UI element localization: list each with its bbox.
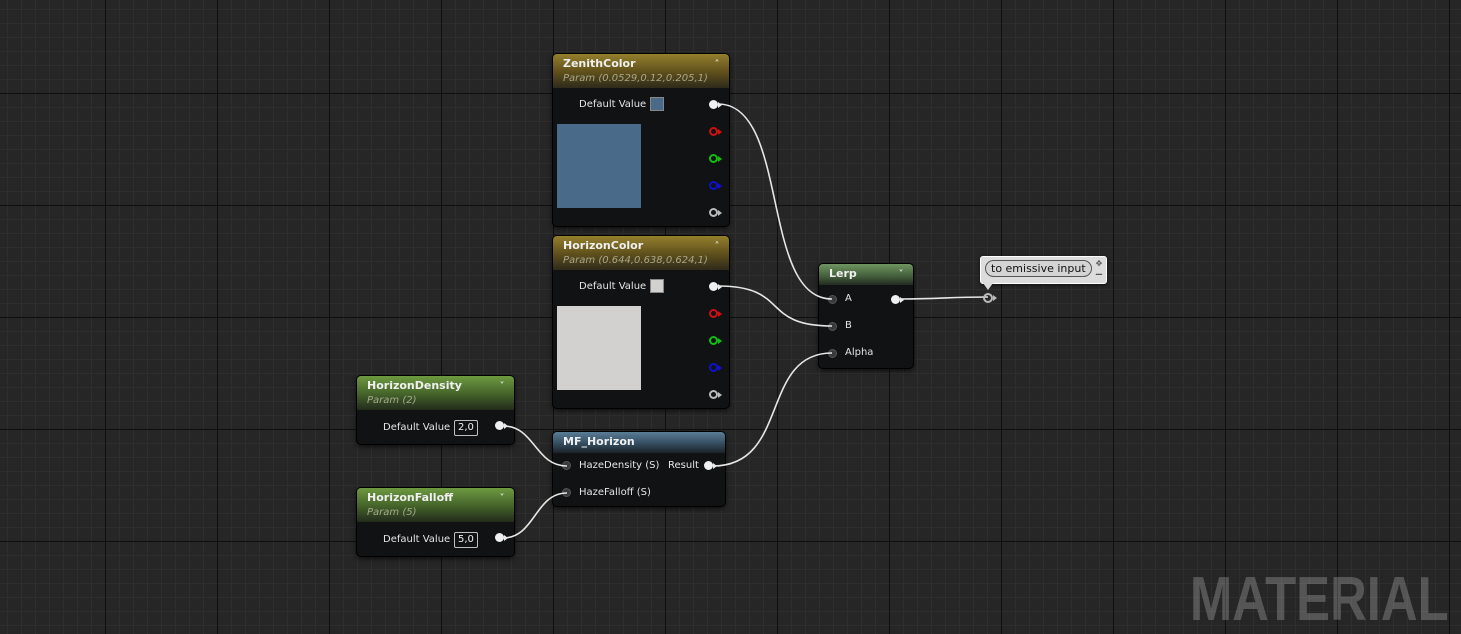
horizon-color-preview (557, 306, 641, 390)
pin-arrow-icon (504, 423, 508, 429)
result-output-pin[interactable] (704, 461, 713, 470)
default-value-input[interactable]: 2,0 (454, 420, 478, 436)
zenith-color-node[interactable]: ZenithColor Param (0.0529,0.12,0.205,1) … (553, 54, 729, 226)
pin-arrow-icon (718, 210, 722, 216)
a-output-pin[interactable] (709, 390, 718, 399)
connection-wires (502, 103, 989, 539)
horizon-color-header[interactable]: HorizonColor Param (0.644,0.638,0.624,1)… (553, 236, 729, 270)
mf-horizon-node[interactable]: MF_Horizon HazeDensity (S) Result HazeFa… (553, 432, 725, 506)
node-subtitle: Param (0.0529,0.12,0.205,1) (563, 73, 708, 84)
zenith-default-swatch[interactable] (650, 97, 664, 111)
rgb-output-pin[interactable] (709, 100, 718, 109)
chevron-down-icon[interactable]: ˅ (496, 381, 508, 393)
lerp-output-pin[interactable] (891, 295, 900, 304)
pin-arrow-icon (504, 535, 508, 541)
result-label: Result (668, 460, 699, 471)
wire-lerp-to-emissive (899, 296, 989, 300)
node-title: MF_Horizon (563, 435, 635, 448)
b-output-pin[interactable] (709, 363, 718, 372)
chevron-up-icon[interactable]: ˄ (711, 241, 723, 253)
pin-arrow-icon (718, 102, 722, 108)
pin-arrow-icon (718, 392, 722, 398)
default-value-label: Default Value (579, 99, 647, 110)
mf-horizon-header[interactable]: MF_Horizon (553, 432, 725, 453)
a-output-pin[interactable] (709, 208, 718, 217)
lerp-alpha-label: Alpha (845, 347, 874, 358)
pin-arrow-icon (993, 295, 997, 301)
node-title: ZenithColor (563, 57, 636, 70)
horizon-density-node[interactable]: HorizonDensity Param (2) ˅ Default Value… (357, 376, 514, 444)
horizon-density-header[interactable]: HorizonDensity Param (2) ˅ (357, 376, 514, 410)
default-value-label: Default Value (579, 281, 647, 292)
lerp-a-label: A (845, 293, 852, 304)
comment-text[interactable]: to emissive input (985, 260, 1092, 277)
lerp-header[interactable]: Lerp ˅ (819, 264, 913, 285)
default-value-label: Default Value (383, 534, 451, 545)
node-title: HorizonDensity (367, 379, 462, 392)
comment-bubble[interactable]: to emissive input ✥ ▁ (980, 256, 1107, 290)
output-pin[interactable] (495, 533, 504, 542)
lerp-node[interactable]: Lerp ˅ A B Alpha (819, 264, 913, 368)
wire-mfhorizon-to-lerp-alpha (712, 352, 833, 467)
chevron-down-icon[interactable]: ˅ (496, 493, 508, 505)
b-output-pin[interactable] (709, 181, 718, 190)
pin-arrow-icon (713, 463, 717, 469)
comment-tail (983, 283, 993, 290)
node-subtitle: Param (5) (367, 507, 417, 518)
chevron-up-icon[interactable]: ˄ (711, 59, 723, 71)
wire-horizon-to-lerp-b (717, 285, 833, 327)
pin-arrow-icon (718, 129, 722, 135)
emissive-reroute-pin[interactable] (983, 293, 993, 303)
chevron-down-icon[interactable]: ˅ (895, 269, 907, 281)
horizon-falloff-node[interactable]: HorizonFalloff Param (5) ˅ Default Value… (357, 488, 514, 556)
rgb-output-pin[interactable] (709, 282, 718, 291)
material-watermark: MATERIAL (1190, 565, 1449, 634)
node-title: HorizonFalloff (367, 491, 454, 504)
pin-arrow-icon (718, 183, 722, 189)
pin-icon[interactable]: ✥ ▁ (1095, 260, 1103, 275)
wire-zenith-to-lerp-a (717, 103, 833, 300)
r-output-pin[interactable] (709, 127, 718, 136)
pin-arrow-icon (718, 365, 722, 371)
zenith-color-header[interactable]: ZenithColor Param (0.0529,0.12,0.205,1) … (553, 54, 729, 88)
node-subtitle: Param (2) (367, 395, 417, 406)
g-output-pin[interactable] (709, 336, 718, 345)
pin-arrow-icon (718, 284, 722, 290)
node-title: Lerp (829, 267, 857, 280)
r-output-pin[interactable] (709, 309, 718, 318)
horizon-default-swatch[interactable] (650, 279, 664, 293)
pin-arrow-icon (718, 338, 722, 344)
lerp-alpha-input-pin[interactable] (828, 349, 837, 358)
pin-arrow-icon (718, 156, 722, 162)
node-subtitle: Param (0.644,0.638,0.624,1) (563, 255, 708, 266)
default-value-input[interactable]: 5,0 (454, 532, 478, 548)
zenith-color-preview (557, 124, 641, 208)
lerp-b-input-pin[interactable] (828, 322, 837, 331)
haze-density-input-pin[interactable] (562, 461, 571, 470)
g-output-pin[interactable] (709, 154, 718, 163)
node-title: HorizonColor (563, 239, 644, 252)
haze-falloff-input-pin[interactable] (562, 488, 571, 497)
lerp-a-input-pin[interactable] (828, 295, 837, 304)
default-value-label: Default Value (383, 422, 451, 433)
horizon-falloff-header[interactable]: HorizonFalloff Param (5) ˅ (357, 488, 514, 522)
output-pin[interactable] (495, 421, 504, 430)
lerp-b-label: B (845, 320, 852, 331)
horizon-color-node[interactable]: HorizonColor Param (0.644,0.638,0.624,1)… (553, 236, 729, 408)
haze-falloff-label: HazeFalloff (S) (579, 487, 651, 498)
pin-arrow-icon (900, 297, 904, 303)
pin-arrow-icon (718, 311, 722, 317)
haze-density-label: HazeDensity (S) (579, 460, 660, 471)
